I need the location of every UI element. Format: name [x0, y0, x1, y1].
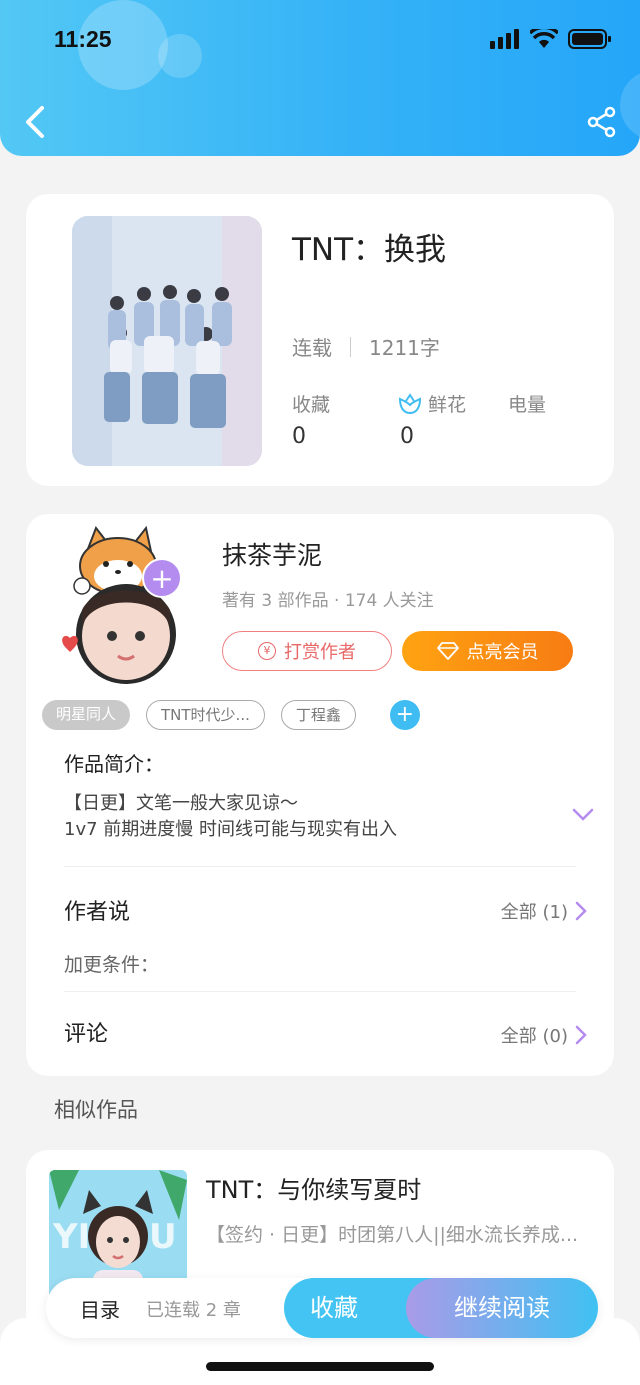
comments-title: 评论: [64, 1022, 109, 1047]
top-header: 11:25: [0, 0, 640, 156]
activate-vip-button[interactable]: 点亮会员: [402, 631, 573, 671]
expand-chevron-icon[interactable]: [572, 808, 594, 822]
vip-label: 点亮会员: [466, 642, 539, 663]
author-avatar[interactable]: [48, 524, 208, 684]
decor-bubble: [620, 70, 640, 140]
chevron-right-icon: [575, 1025, 587, 1045]
chapter-count: 已连载 2 章: [146, 1300, 241, 1321]
comments-count: 全部 (0): [500, 1026, 568, 1047]
stat-flowers-label: 鲜花: [428, 394, 467, 416]
divider: [350, 336, 351, 357]
tag-chip[interactable]: TNT时代少...: [146, 700, 265, 730]
tag-chip[interactable]: 丁程鑫: [280, 700, 356, 730]
back-icon[interactable]: [22, 104, 52, 140]
status-icons: [490, 28, 612, 50]
intro-line: 【日更】文笔一般大家见谅～: [64, 793, 298, 814]
intro-title: 作品简介：: [64, 752, 164, 776]
similar-work-title: TNT：与你续写夏时: [206, 1176, 422, 1204]
author-says-more-link[interactable]: 全部 (1): [501, 898, 588, 924]
divider: [64, 866, 576, 867]
author-says-title: 作者说: [64, 900, 131, 925]
book-title: TNT：换我: [292, 232, 447, 268]
serial-status: 连载: [292, 336, 332, 360]
svg-text:YI: YI: [52, 1217, 90, 1257]
comments-more-link[interactable]: 全部 (0): [501, 1022, 588, 1048]
update-conditions-label: 加更条件：: [64, 954, 160, 976]
similar-works-heading: 相似作品: [54, 1098, 138, 1122]
stat-flowers[interactable]: 鲜花: [398, 390, 466, 417]
svg-text:U: U: [149, 1217, 177, 1257]
home-indicator: [206, 1362, 434, 1371]
book-cover-image[interactable]: [72, 216, 262, 466]
reward-author-button[interactable]: ¥ 打赏作者: [222, 631, 392, 671]
intro-line: 1v7 前期进度慢 时间线可能与现实有出入: [64, 819, 397, 840]
stat-flowers-value: 0: [400, 424, 414, 449]
reward-label: 打赏作者: [284, 642, 356, 663]
author-name[interactable]: 抹茶芋泥: [222, 536, 322, 572]
chevron-right-icon: [575, 901, 587, 921]
tag-chip[interactable]: 明星同人: [42, 700, 131, 730]
share-icon[interactable]: [586, 106, 618, 138]
yen-coin-icon: ¥: [258, 642, 276, 660]
divider: [64, 991, 576, 992]
stat-favorites-value: 0: [292, 424, 306, 449]
word-count: 1211字: [369, 336, 440, 360]
intro-text: 【日更】文笔一般大家见谅～ 1v7 前期进度慢 时间线可能与现实有出入: [64, 791, 397, 843]
stat-energy-label[interactable]: 电量: [508, 390, 546, 417]
tag-list: 明星同人 TNT时代少... 丁程鑫 +: [42, 700, 420, 730]
flower-icon: [398, 392, 422, 414]
book-status-row: 连载 1211字: [292, 332, 440, 361]
similar-work-desc: 【签约 · 日更】时团第八人||细水流长养成...: [206, 1224, 579, 1246]
corgi-avatar-frame: [62, 525, 176, 684]
author-meta: 著有 3 部作品 · 174 人关注: [222, 591, 434, 611]
author-says-count: 全部 (1): [500, 902, 568, 923]
bottom-action-bar: 目录 已连载 2 章 收藏 继续阅读: [46, 1278, 598, 1338]
stat-favorites-label: 收藏: [292, 394, 331, 416]
battery-icon: [568, 29, 611, 49]
wifi-icon: [530, 29, 558, 48]
table-of-contents-button[interactable]: 目录: [80, 1294, 120, 1323]
author-card: + 抹茶芋泥 著有 3 部作品 · 174 人关注 ¥ 打赏作者 点亮会员 明星…: [26, 514, 614, 1076]
diamond-icon: [436, 642, 459, 660]
add-tag-button[interactable]: +: [389, 700, 420, 730]
decor-bubble: [158, 34, 202, 78]
signal-icon: [490, 29, 519, 49]
follow-author-button[interactable]: +: [142, 558, 182, 598]
status-time: 11:25: [54, 26, 112, 52]
continue-reading-button[interactable]: 继续阅读: [406, 1278, 598, 1338]
book-info-card: TNT：换我 连载 1211字 收藏 0 鲜花 0 电量: [26, 194, 614, 486]
cover-group-photo: [72, 216, 262, 466]
